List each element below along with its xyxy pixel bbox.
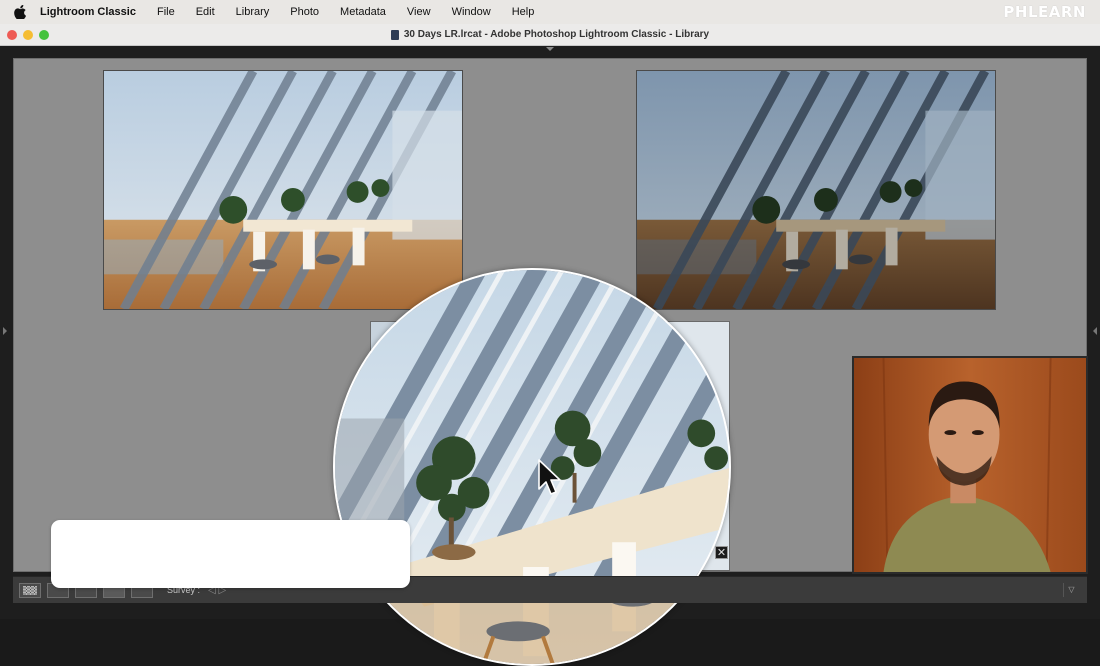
menu-app-name[interactable]: Lightroom Classic [40,6,136,18]
apple-icon[interactable] [13,5,27,19]
menu-window[interactable]: Window [452,6,491,18]
loupe-magnifier[interactable] [333,268,731,666]
survey-photo-dark[interactable] [636,70,996,310]
menu-metadata[interactable]: Metadata [340,6,386,18]
minimize-window-button[interactable] [23,30,33,40]
maximize-window-button[interactable] [39,30,49,40]
menu-help[interactable]: Help [512,6,535,18]
close-window-button[interactable] [7,30,17,40]
close-photo-icon[interactable]: ✕ [715,546,728,559]
presenter-video-frame [854,358,1086,572]
left-panel-toggle-icon[interactable] [3,327,7,335]
top-panel-toggle-icon[interactable] [546,47,554,51]
toolbar-options-dropdown-icon[interactable]: ▽ [1063,583,1079,597]
window-controls [7,30,49,40]
office-photo-bright-image [104,71,462,309]
survey-photo-bright[interactable] [103,70,463,310]
window-titlebar: 30 Days LR.lrcat - Adobe Photoshop Light… [0,24,1100,46]
menu-photo[interactable]: Photo [290,6,319,18]
right-panel-toggle-icon[interactable] [1093,327,1097,335]
menu-edit[interactable]: Edit [196,6,215,18]
grid-view-icon[interactable] [19,582,41,598]
window-title: 30 Days LR.lrcat - Adobe Photoshop Light… [403,29,710,40]
menu-library[interactable]: Library [236,6,270,18]
menu-file[interactable]: File [157,6,175,18]
office-photo-dark-image [637,71,995,309]
brand-watermark: PHLEARN [1003,3,1086,21]
blank-overlay-panel [51,520,410,588]
menu-view[interactable]: View [407,6,431,18]
document-icon [390,29,399,40]
mouse-cursor-icon [538,459,561,495]
menu-bar: Lightroom Classic File Edit Library Phot… [0,0,1100,24]
magnified-photo-detail [335,270,729,664]
presenter-webcam [852,356,1088,574]
